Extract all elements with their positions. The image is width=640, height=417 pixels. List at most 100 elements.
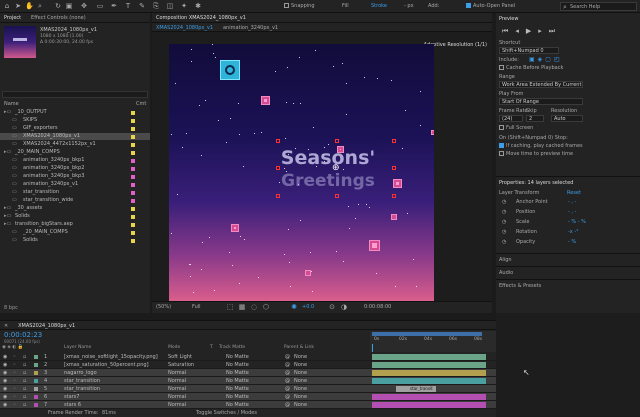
- work-area-bar[interactable]: [372, 332, 482, 336]
- blend-mode-dropdown[interactable]: Normal: [168, 401, 186, 409]
- project-item[interactable]: ▭ Solids: [0, 237, 150, 244]
- label-color-swatch[interactable]: [34, 403, 38, 407]
- puppet-tool-icon[interactable]: ✱: [194, 2, 202, 10]
- layer-duration-bar[interactable]: [372, 394, 486, 400]
- brush-tool-icon[interactable]: ✎: [138, 2, 146, 10]
- pan-behind-tool-icon[interactable]: ✥: [80, 2, 88, 10]
- pick-whip-icon[interactable]: @: [285, 385, 290, 393]
- layer-controls-toggle-icon[interactable]: ◰: [554, 56, 563, 63]
- table-row[interactable]: ◉ ◦ ▫ 7 stars 6 Normal No Matte None @: [0, 401, 496, 409]
- playhead[interactable]: [372, 344, 373, 352]
- transparency-grid-icon[interactable]: ▦: [238, 303, 246, 311]
- track-matte-dropdown[interactable]: No Matte: [226, 377, 249, 385]
- property-value[interactable]: - %: [568, 239, 576, 245]
- label-color-swatch[interactable]: [34, 371, 38, 375]
- if-caching-checkbox[interactable]: [499, 143, 504, 148]
- tab-comp-xmas[interactable]: XMAS2024_1080px_v1: [152, 23, 217, 31]
- table-row[interactable]: ◉ ◦ ▫ 3 nagarro_logo Normal No Matte None @: [0, 369, 496, 377]
- section-audio[interactable]: Audio: [499, 270, 513, 276]
- resolution-dropdown[interactable]: Full: [192, 304, 201, 310]
- property-value[interactable]: - , -: [568, 199, 576, 205]
- property-value[interactable]: -x -°: [568, 229, 579, 235]
- label-color-swatch[interactable]: [131, 174, 135, 179]
- table-row[interactable]: ◉ ◦ ▫ 4 star_transition Normal No Matte None @: [0, 377, 496, 385]
- move-time-checkbox[interactable]: [499, 151, 504, 156]
- eye-icon[interactable]: ◉: [3, 385, 7, 393]
- shortcut-dropdown[interactable]: Shift+Numpad 0: [499, 47, 559, 54]
- project-item[interactable]: ▸▭ transition_bigStars.aep: [0, 221, 150, 228]
- section-align[interactable]: Align: [499, 257, 512, 263]
- stopwatch-icon[interactable]: ◷: [502, 219, 506, 225]
- track-matte-dropdown[interactable]: No Matte: [226, 385, 249, 393]
- stroke-label[interactable]: Stroke: [371, 3, 387, 9]
- layer-duration-bar[interactable]: [372, 354, 486, 360]
- layer-duration-bar[interactable]: [372, 362, 486, 368]
- stopwatch-icon[interactable]: ◷: [502, 229, 506, 235]
- selection-handle[interactable]: [276, 139, 280, 143]
- col-parent-link[interactable]: Parent & Link: [284, 344, 314, 352]
- label-color-swatch[interactable]: [131, 206, 135, 211]
- eye-icon[interactable]: ◉: [3, 369, 7, 377]
- region-of-interest-icon[interactable]: ⬚: [226, 303, 234, 311]
- parent-dropdown[interactable]: None: [294, 385, 307, 393]
- parent-dropdown[interactable]: None: [294, 353, 307, 361]
- project-item[interactable]: ▭ animation_3240px_bkp1: [0, 157, 150, 164]
- table-row[interactable]: ◉ ◦ ▫ 2 [xmas_saturation_50percent.png] Satur…: [0, 361, 496, 369]
- label-color-swatch[interactable]: [131, 118, 135, 123]
- stopwatch-icon[interactable]: ◷: [502, 199, 506, 205]
- play-from-dropdown[interactable]: Start Of Range: [499, 98, 583, 105]
- layer-name[interactable]: nagarro_logo: [64, 369, 97, 377]
- magnification-dropdown[interactable]: (50%): [156, 304, 171, 310]
- snapshot-icon[interactable]: ⊙: [328, 303, 336, 311]
- layer-name[interactable]: stars7: [64, 393, 79, 401]
- label-color-swatch[interactable]: [34, 387, 38, 391]
- project-item[interactable]: ▸▭ Solids: [0, 213, 150, 220]
- lock-icon[interactable]: ▫: [23, 385, 26, 393]
- project-item[interactable]: ▸▭ _10_OUTPUT: [0, 109, 150, 116]
- selection-handle[interactable]: [392, 166, 396, 170]
- reset-button[interactable]: Reset: [567, 190, 581, 196]
- label-color-swatch[interactable]: [131, 230, 135, 235]
- layer-duration-bar[interactable]: [372, 378, 486, 384]
- rotate-tool-icon[interactable]: ↻: [54, 2, 62, 10]
- rectangle-tool-icon[interactable]: ▭: [96, 2, 104, 10]
- home-icon[interactable]: ⌂: [3, 2, 11, 10]
- table-row[interactable]: ◉ ◦ ▫ 1 [xmas_noise_softlight_15opacity.png]…: [0, 353, 496, 361]
- if-caching-option[interactable]: If caching, play cached frames: [499, 143, 583, 149]
- mask-visibility-icon[interactable]: ◌: [250, 303, 258, 311]
- track-matte-dropdown[interactable]: No Matte: [226, 393, 249, 401]
- lock-icon[interactable]: ▫: [23, 361, 26, 369]
- project-item[interactable]: ▸▭ _20_MAIN_COMPS: [0, 149, 150, 156]
- track-matte-dropdown[interactable]: No Matte: [226, 361, 249, 369]
- layer-name[interactable]: star_transition: [64, 385, 100, 393]
- full-screen-checkbox[interactable]: [499, 125, 504, 130]
- overlays-toggle-icon[interactable]: ▢: [545, 56, 554, 63]
- layer-name[interactable]: [xmas_saturation_50percent.png]: [64, 361, 149, 369]
- layer-duration-bar[interactable]: [372, 370, 486, 376]
- layer-duration-bar[interactable]: star_transit: [396, 386, 436, 392]
- project-item[interactable]: ▭ _20_MAIN_COMPS: [0, 229, 150, 236]
- blend-mode-dropdown[interactable]: Normal: [168, 377, 186, 385]
- label-color-swatch[interactable]: [131, 190, 135, 195]
- cache-checkbox[interactable]: [499, 65, 504, 70]
- pen-tool-icon[interactable]: ✒: [110, 2, 118, 10]
- parent-dropdown[interactable]: None: [294, 393, 307, 401]
- solo-icon[interactable]: ◦: [13, 401, 16, 409]
- current-time-display[interactable]: 0:00:02:23: [4, 331, 42, 339]
- track-matte-dropdown[interactable]: No Matte: [226, 401, 249, 409]
- layer-name[interactable]: star_transition: [64, 377, 100, 385]
- zoom-tool-icon[interactable]: ⌕: [36, 2, 44, 10]
- blend-mode-dropdown[interactable]: Normal: [168, 385, 186, 393]
- pick-whip-icon[interactable]: @: [285, 369, 290, 377]
- move-time-option[interactable]: Move time to preview time: [499, 151, 573, 157]
- blend-mode-dropdown[interactable]: Normal: [168, 393, 186, 401]
- selection-handle[interactable]: [335, 139, 339, 143]
- blend-mode-dropdown[interactable]: Saturation: [168, 361, 194, 369]
- bpc-indicator[interactable]: 8 bpc: [4, 305, 18, 311]
- col-name-header[interactable]: Name: [4, 101, 19, 107]
- exposure-value[interactable]: +0.0: [302, 304, 314, 310]
- selection-handle[interactable]: [276, 194, 280, 198]
- solo-icon[interactable]: ◦: [13, 377, 16, 385]
- label-color-swatch[interactable]: [34, 395, 38, 399]
- pick-whip-icon[interactable]: @: [285, 353, 290, 361]
